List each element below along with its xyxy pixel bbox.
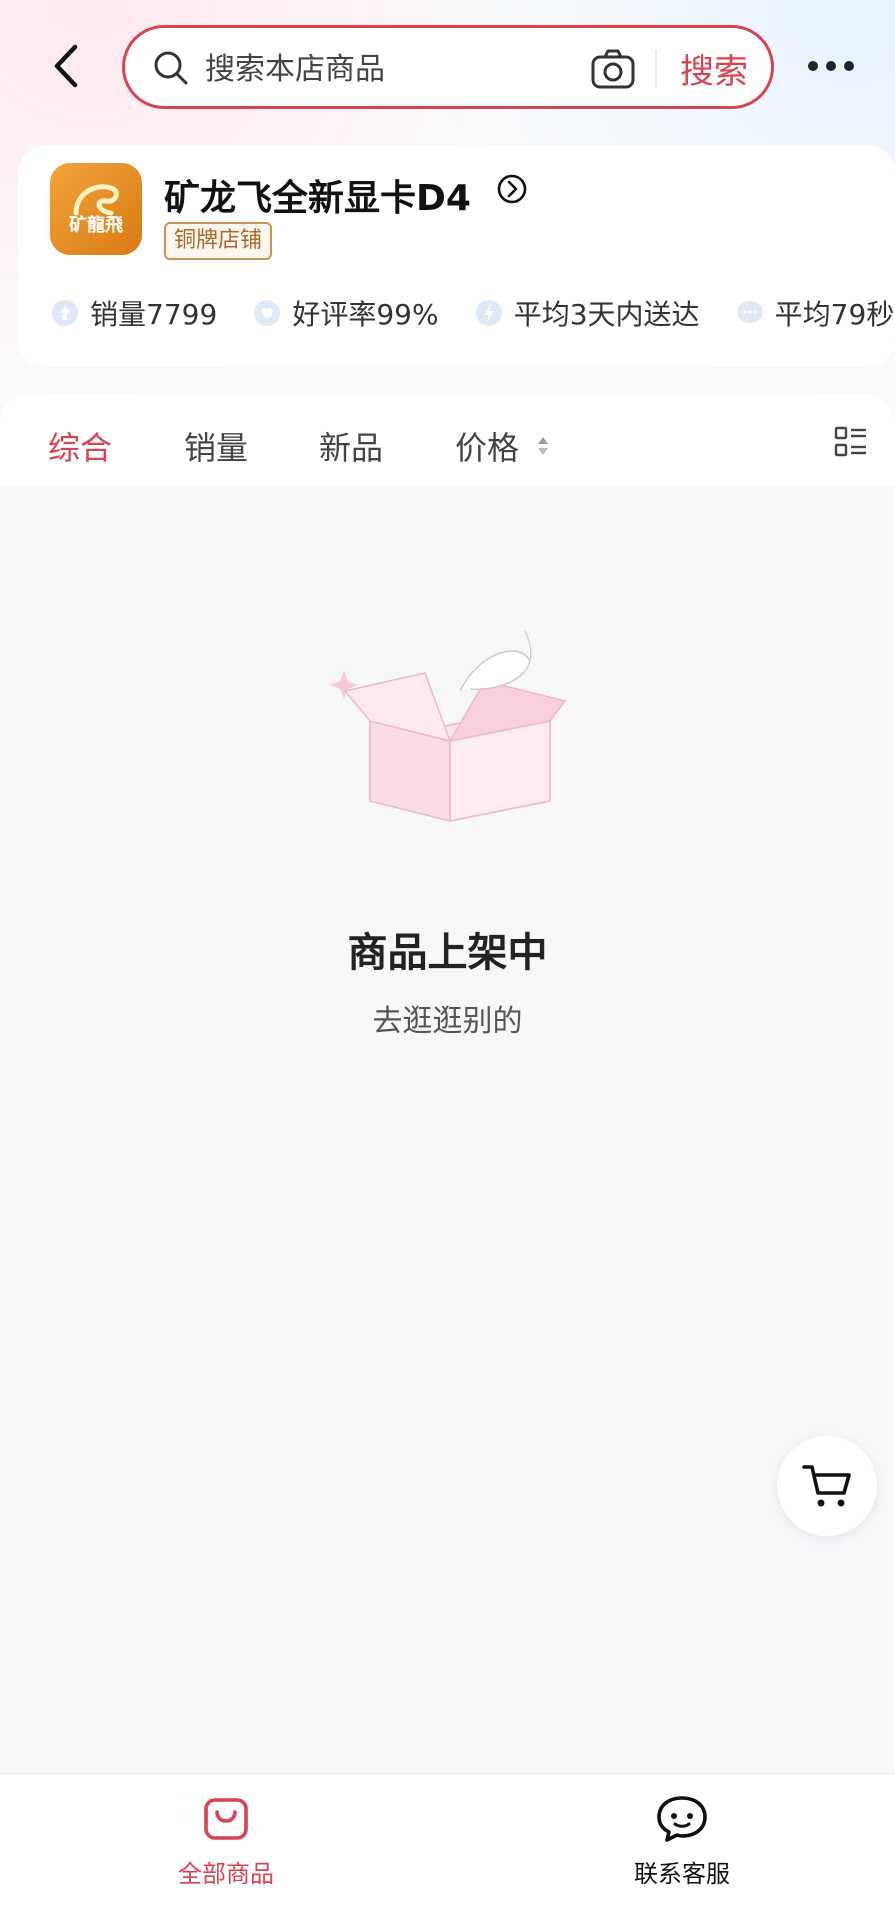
search-button[interactable]: 搜索 — [680, 44, 748, 93]
lightning-icon — [475, 300, 502, 326]
chevron-right-circle-icon[interactable] — [496, 173, 528, 205]
stat-rating-text: 好评率99% — [292, 298, 439, 331]
store-stats: 销量7799 好评率99% 平均3天内送达 平均79秒回 — [50, 293, 895, 333]
cart-button[interactable] — [777, 1436, 877, 1536]
shopping-bag-icon — [204, 1798, 248, 1840]
store-level-badge: 铜牌店铺 — [164, 222, 273, 260]
heart-shield-icon — [254, 300, 281, 326]
search-bar[interactable]: 搜索 — [122, 25, 774, 109]
store-card[interactable]: 矿龍飛 矿龙飞全新显卡D4 铜牌店铺 销量7799 好评率99% 平均3天内送达… — [18, 145, 895, 367]
stat-rating: 好评率99% — [252, 293, 439, 333]
stat-delivery-text: 平均3天内送达 — [513, 298, 700, 331]
dot-icon — [808, 61, 818, 71]
tab-new[interactable]: 新品 — [319, 423, 383, 469]
list-view-toggle-icon[interactable] — [834, 425, 868, 459]
stat-response-text: 平均79秒回 — [774, 298, 895, 331]
header: 搜索 — [0, 0, 895, 140]
store-name[interactable]: 矿龙飞全新显卡D4 — [164, 169, 471, 221]
search-divider — [655, 50, 657, 88]
nav-all-products-label: 全部商品 — [178, 1860, 274, 1888]
store-logo[interactable]: 矿龍飛 — [50, 163, 142, 255]
bottom-nav: 全部商品 联系客服 — [0, 1773, 895, 1916]
customer-service-icon — [657, 1796, 707, 1842]
dot-icon — [826, 61, 836, 71]
search-input[interactable] — [203, 46, 567, 92]
cart-icon — [802, 1465, 851, 1507]
back-button[interactable] — [38, 38, 94, 94]
logo-text: 矿龍飛 — [69, 215, 123, 236]
stat-sales: 销量7799 — [50, 293, 217, 333]
product-list-area — [0, 485, 895, 1770]
chat-bubble-icon — [736, 301, 763, 323]
nav-all-products[interactable]: 全部商品 — [126, 1794, 326, 1889]
tab-comprehensive[interactable]: 综合 — [48, 423, 112, 469]
stat-sales-text: 销量7799 — [90, 298, 218, 331]
nav-customer-service[interactable]: 联系客服 — [582, 1794, 782, 1889]
more-button[interactable] — [808, 52, 868, 80]
sales-up-icon — [52, 300, 78, 326]
stat-response: 平均79秒回 — [735, 293, 895, 333]
empty-state-subtitle[interactable]: 去逛逛别的 — [0, 996, 895, 1040]
empty-state-title: 商品上架中 — [347, 930, 548, 976]
chevron-left-icon — [54, 44, 78, 88]
stat-delivery: 平均3天内送达 — [474, 293, 700, 333]
tab-sales[interactable]: 销量 — [184, 423, 248, 469]
empty-box-illustration — [330, 631, 567, 822]
tab-price[interactable]: 价格 — [455, 423, 519, 469]
dot-icon — [844, 61, 854, 71]
sort-arrows-icon — [538, 437, 548, 455]
camera-icon[interactable] — [590, 46, 636, 92]
nav-customer-service-label: 联系客服 — [634, 1860, 730, 1888]
search-icon — [154, 51, 188, 85]
sort-tabs: 综合 销量 新品 价格 — [0, 395, 895, 485]
